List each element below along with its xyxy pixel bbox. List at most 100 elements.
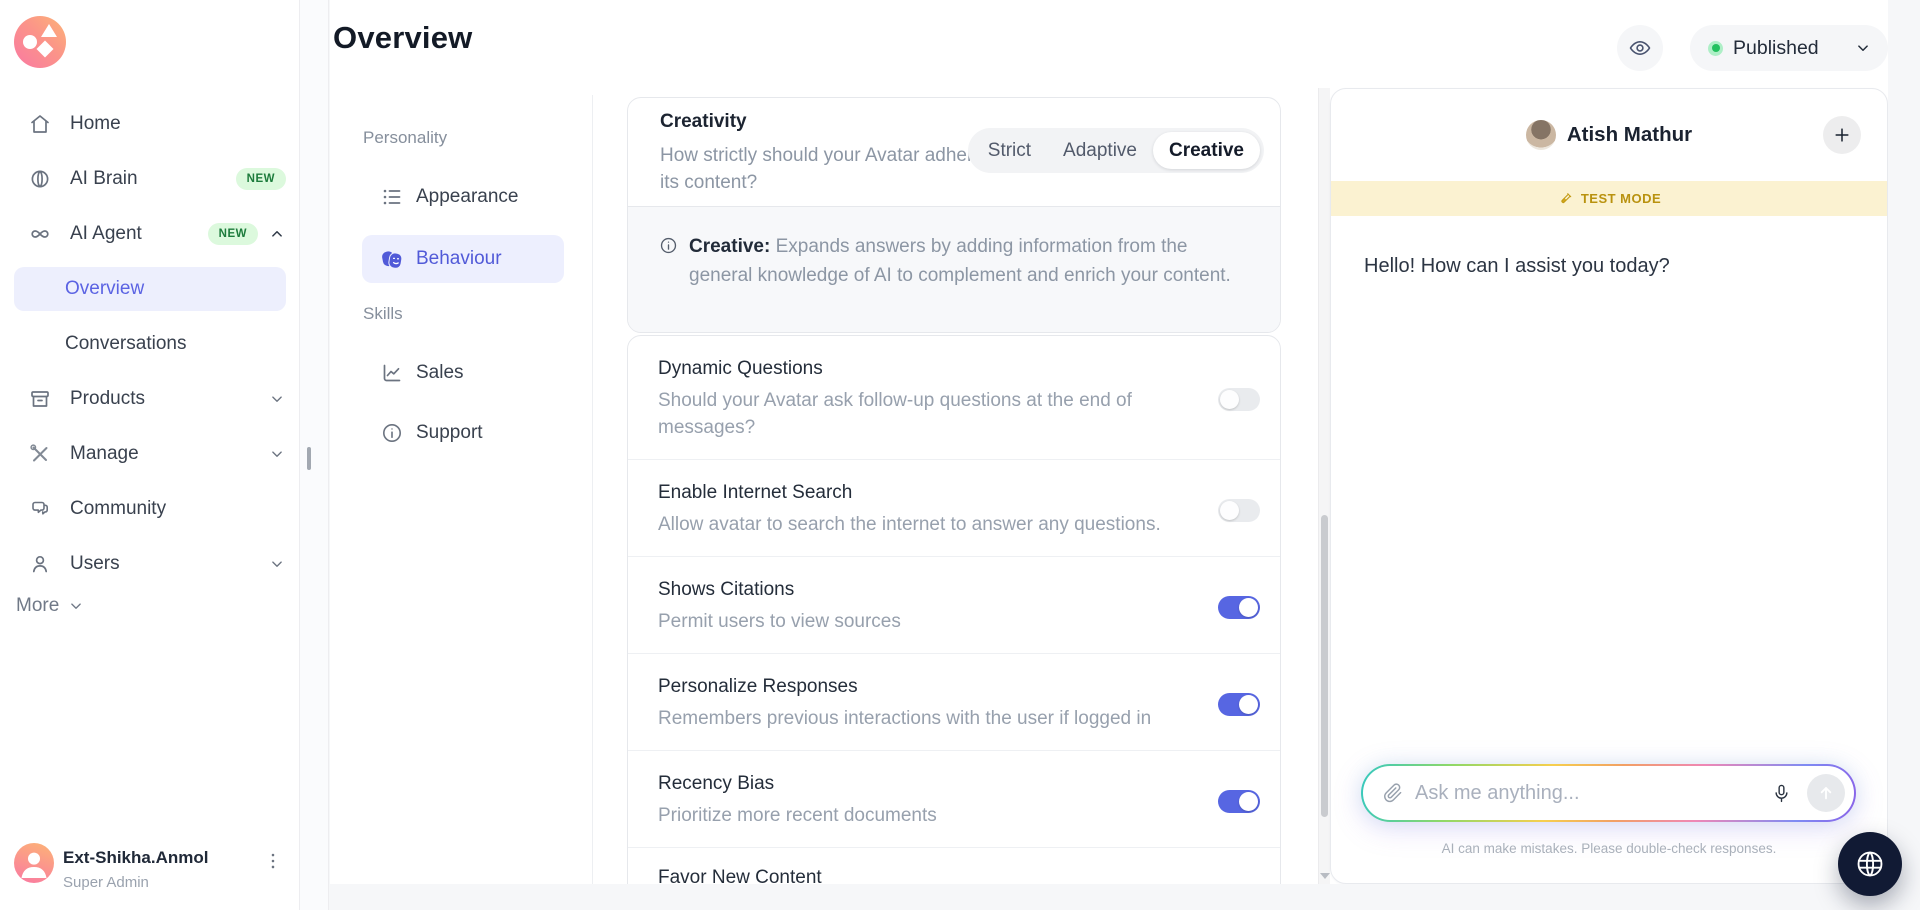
main-panel: Overview Published Personality Appearanc… [330, 0, 1888, 884]
settings-divider [592, 95, 593, 884]
user-avatar [14, 843, 54, 883]
setting-row: Dynamic Questions Should your Avatar ask… [628, 336, 1280, 459]
publish-status-dropdown[interactable]: Published [1690, 25, 1888, 71]
creativity-option-adaptive[interactable]: Adaptive [1047, 132, 1153, 169]
chevron-down-icon [268, 445, 286, 463]
creativity-option-creative[interactable]: Creative [1153, 132, 1260, 169]
app-logo[interactable] [14, 16, 66, 68]
setting-title: Dynamic Questions [658, 358, 823, 379]
sidebar-item-conversations[interactable]: Conversations [0, 322, 300, 366]
creativity-info-text: Creative: Expands answers by adding info… [689, 236, 1231, 286]
brain-icon [28, 167, 52, 191]
panel-gutter [300, 0, 329, 910]
sidebar-item-label: Users [70, 553, 120, 574]
sidebar-item-label: Products [70, 388, 145, 409]
chat-header: Atish Mathur [1331, 89, 1887, 181]
settings-nav-appearance[interactable]: Appearance [362, 174, 564, 220]
personalize-responses-toggle[interactable] [1218, 692, 1260, 716]
creativity-card: Creativity How strictly should your Avat… [627, 97, 1281, 333]
shows-citations-toggle[interactable] [1218, 595, 1260, 619]
status-dot [1708, 40, 1723, 56]
setting-title: Recency Bias [658, 773, 775, 794]
microphone-icon[interactable] [1766, 775, 1796, 811]
sidebar-item-ai-brain[interactable]: AI Brain NEW [0, 157, 300, 201]
sidebar-item-label: Home [70, 113, 121, 134]
agent-avatar [1525, 120, 1556, 150]
scrollbar-down-arrow[interactable] [1320, 873, 1330, 879]
tools-icon [28, 442, 52, 466]
sidebar-item-label: AI Brain [70, 168, 138, 189]
list-icon [380, 185, 404, 209]
dynamic-questions-toggle[interactable] [1218, 388, 1260, 411]
test-mode-banner: TEST MODE [1331, 181, 1887, 216]
sidebar-more-button[interactable]: More [16, 595, 85, 617]
sidebar-item-label: Manage [70, 443, 139, 464]
setting-row: Shows Citations Permit users to view sou… [628, 556, 1280, 653]
preview-button[interactable] [1617, 25, 1663, 71]
setting-title: Favor New Content [658, 867, 822, 884]
new-badge: NEW [235, 168, 286, 190]
send-button[interactable] [1807, 774, 1845, 812]
sidebar-item-users[interactable]: Users [0, 542, 300, 586]
setting-row: Recency Bias Prioritize more recent docu… [628, 750, 1280, 847]
creativity-segmented-control: Strict Adaptive Creative [967, 128, 1264, 173]
scrollbar-thumb[interactable] [1321, 515, 1328, 817]
chevron-down-icon [67, 597, 85, 615]
creativity-description: How strictly should your Avatar adhere t… [660, 145, 1005, 193]
chevron-down-icon [268, 390, 286, 408]
sidebar-item-label: AI Agent [70, 223, 142, 244]
more-label: More [16, 595, 60, 616]
info-circle-icon [659, 236, 678, 332]
settings-nav-heading-personality: Personality [363, 128, 448, 147]
sidebar-item-label: Overview [65, 278, 145, 299]
recency-bias-toggle[interactable] [1218, 789, 1260, 813]
sidebar-item-community[interactable]: Community [0, 487, 300, 531]
sidebar-item-products[interactable]: Products [0, 377, 300, 421]
chat-message-input[interactable] [1415, 781, 1755, 805]
setting-row: Enable Internet Search Allow avatar to s… [628, 459, 1280, 556]
archive-box-icon [28, 387, 52, 411]
settings-nav-label: Behaviour [416, 248, 502, 269]
paperclip-icon[interactable] [1382, 782, 1404, 804]
settings-nav-label: Appearance [416, 186, 519, 207]
settings-nav-heading-skills: Skills [363, 304, 403, 323]
settings-scrollbar[interactable] [1318, 88, 1330, 884]
setting-title: Shows Citations [658, 579, 795, 600]
creativity-info-box: Creative: Expands answers by adding info… [628, 206, 1280, 332]
setting-row: Favor New Content Deprioritize content t… [628, 847, 1280, 884]
sidebar-item-ai-agent[interactable]: AI Agent NEW [0, 212, 300, 256]
settings-nav-support[interactable]: Support [362, 410, 564, 456]
widget-launcher-button[interactable] [1838, 832, 1902, 896]
test-mode-label: TEST MODE [1580, 191, 1662, 206]
sidebar-item-overview[interactable]: Overview [14, 267, 286, 311]
creativity-title: Creativity [660, 111, 747, 132]
line-chart-icon [380, 361, 404, 385]
logo-circle-shape [23, 35, 37, 49]
new-chat-button[interactable] [1823, 116, 1861, 154]
setting-description: Allow avatar to search the internet to a… [658, 514, 1161, 535]
logo-triangle-shape [41, 24, 57, 37]
internet-search-toggle[interactable] [1218, 498, 1260, 522]
agent-name: Atish Mathur [1566, 123, 1693, 146]
creativity-option-strict[interactable]: Strict [972, 132, 1047, 169]
chat-test-panel: Atish Mathur TEST MODE Hello! How can I … [1330, 88, 1888, 884]
creativity-info-term: Creative: [689, 236, 771, 257]
settings-nav-sales[interactable]: Sales [362, 350, 564, 396]
sidebar-item-manage[interactable]: Manage [0, 432, 300, 476]
agent-greeting-message: Hello! How can I assist you today? [1364, 255, 1670, 277]
globe-icon [1854, 848, 1886, 880]
user-role: Super Admin [63, 874, 149, 891]
setting-title: Personalize Responses [658, 676, 858, 697]
test-tube-icon [1557, 191, 1573, 207]
infinity-icon [28, 222, 52, 246]
chat-bubbles-icon [28, 497, 52, 521]
send-arrow-icon [1816, 783, 1836, 803]
sidebar-item-home[interactable]: Home [0, 102, 300, 146]
kebab-menu-icon[interactable] [262, 850, 284, 872]
settings-nav-behaviour[interactable]: Behaviour [362, 235, 564, 283]
user-icon [28, 552, 52, 576]
chevron-down-icon [1854, 39, 1872, 57]
setting-description: Should your Avatar ask follow-up questio… [658, 390, 1132, 438]
sidebar-resize-handle[interactable] [307, 447, 311, 470]
current-user-block[interactable]: Ext-Shikha.Anmol Super Admin [0, 838, 300, 898]
